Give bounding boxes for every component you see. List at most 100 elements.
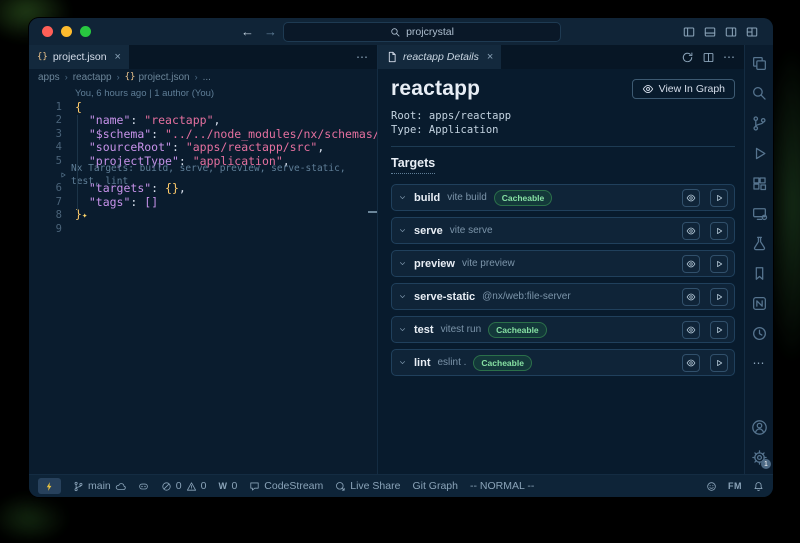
back-icon[interactable]: ← xyxy=(241,24,254,39)
code-line[interactable]: 1{ xyxy=(29,101,377,115)
close-window-button[interactable] xyxy=(42,26,53,37)
activity-item-source-control[interactable] xyxy=(745,108,773,138)
panel-right-icon[interactable] xyxy=(724,25,738,39)
view-target-button[interactable] xyxy=(682,288,700,306)
chevron-down-icon[interactable] xyxy=(398,193,407,202)
breadcrumb-item-project-json[interactable]: {}project.json xyxy=(125,72,190,83)
status-item-git-branch[interactable]: main xyxy=(73,480,126,492)
panel-left-icon[interactable] xyxy=(682,25,696,39)
status-text: Live Share xyxy=(350,480,400,492)
run-target-button[interactable] xyxy=(710,255,728,273)
chevron-down-icon[interactable] xyxy=(398,325,407,334)
split-editor-icon[interactable] xyxy=(702,51,715,64)
error-circle-icon xyxy=(161,481,172,492)
target-command: @nx/web:file-server xyxy=(482,291,571,302)
command-center-search[interactable]: projcrystal xyxy=(283,22,561,42)
view-target-button[interactable] xyxy=(682,255,700,273)
run-target-button[interactable] xyxy=(710,321,728,339)
chevron-down-icon[interactable] xyxy=(398,259,407,268)
target-row-test[interactable]: testvitest runCacheable xyxy=(391,316,735,343)
more-actions-icon[interactable]: ⋯ xyxy=(356,48,369,66)
code-line[interactable]: 3 "$schema": "../../node_modules/nx/sche… xyxy=(29,128,377,142)
run-target-button[interactable] xyxy=(710,222,728,240)
chevron-down-icon[interactable] xyxy=(398,358,407,367)
project-title: reactapp xyxy=(391,77,480,101)
panel-bottom-icon[interactable] xyxy=(703,25,717,39)
activity-item-bookmarks[interactable] xyxy=(745,258,773,288)
activity-item-search[interactable] xyxy=(745,78,773,108)
view-target-button[interactable] xyxy=(682,354,700,372)
close-tab-icon[interactable]: × xyxy=(487,51,493,63)
view-target-button[interactable] xyxy=(682,189,700,207)
minimize-window-button[interactable] xyxy=(61,26,72,37)
status-item-w-indicator[interactable]: W0 xyxy=(218,480,237,492)
tab-project-json[interactable]: {} project.json × xyxy=(29,45,129,69)
run-target-button[interactable] xyxy=(710,354,728,372)
activity-item-more-views[interactable]: ⋯ xyxy=(745,348,773,378)
bell-icon xyxy=(753,481,764,492)
target-row-serve-static[interactable]: serve-static@nx/web:file-server xyxy=(391,283,735,310)
chevron-down-icon[interactable] xyxy=(398,226,407,235)
view-target-button[interactable] xyxy=(682,222,700,240)
activity-item-accounts[interactable] xyxy=(745,412,773,442)
target-row-lint[interactable]: linteslint .Cacheable xyxy=(391,349,735,376)
status-item-copilot[interactable] xyxy=(138,481,149,492)
breadcrumb-item--[interactable]: ... xyxy=(203,72,211,83)
cloud-icon xyxy=(115,481,126,492)
zoom-window-button[interactable] xyxy=(80,26,91,37)
activity-item-run-debug[interactable] xyxy=(745,138,773,168)
close-tab-icon[interactable]: × xyxy=(115,51,121,63)
editor-group-right: reactapp Details × ⋯ reactapp View In Gr… xyxy=(378,45,745,474)
status-item-git-graph[interactable]: Git Graph xyxy=(412,480,458,492)
code-line[interactable]: 9 xyxy=(29,223,377,237)
breadcrumb-item-apps[interactable]: apps xyxy=(38,72,60,83)
activity-item-remote-explorer[interactable] xyxy=(745,198,773,228)
nx-targets-codelens[interactable]: Nx Targets: build, serve, preview, serve… xyxy=(29,169,377,183)
view-in-graph-button[interactable]: View In Graph xyxy=(632,79,735,99)
layout-grid-icon[interactable] xyxy=(745,25,759,39)
chevron-down-icon[interactable] xyxy=(398,292,407,301)
view-target-button[interactable] xyxy=(682,321,700,339)
more-actions-icon[interactable]: ⋯ xyxy=(723,48,736,66)
run-icon xyxy=(59,171,67,179)
code-line[interactable]: 7 "tags": [] xyxy=(29,196,377,210)
status-item-vim-mode[interactable]: -- NORMAL -- xyxy=(470,480,534,492)
code-editor[interactable]: You, 6 hours ago | 1 author (You) 1{2 "n… xyxy=(29,85,377,474)
run-target-button[interactable] xyxy=(710,189,728,207)
status-item-live-share[interactable]: Live Share xyxy=(335,480,400,492)
fm-glyph-icon: FM xyxy=(728,480,742,492)
indent-guide xyxy=(77,115,78,210)
tab-reactapp-details[interactable]: reactapp Details × xyxy=(378,45,501,69)
status-bar-left: main 00 W0 CodeStream Live Share Git Graph -- … xyxy=(38,478,534,494)
status-item-codestream[interactable]: CodeStream xyxy=(249,480,323,492)
status-item-fm-indicator[interactable]: FM xyxy=(728,480,742,492)
code-line[interactable]: 8}✦ xyxy=(29,209,377,223)
share-icon xyxy=(335,481,346,492)
target-command: eslint . xyxy=(438,357,467,368)
activity-item-timeline[interactable] xyxy=(745,318,773,348)
refresh-icon[interactable] xyxy=(681,51,694,64)
target-row-preview[interactable]: previewvite preview xyxy=(391,250,735,277)
status-item-notifications[interactable] xyxy=(753,481,764,492)
git-codelens[interactable]: You, 6 hours ago | 1 author (You) xyxy=(29,87,377,101)
target-row-serve[interactable]: servevite serve xyxy=(391,217,735,244)
code-line[interactable]: 2 "name": "reactapp", xyxy=(29,114,377,128)
activity-item-nx-console[interactable] xyxy=(745,288,773,318)
target-row-build[interactable]: buildvite buildCacheable xyxy=(391,184,735,211)
activity-item-extensions[interactable] xyxy=(745,168,773,198)
line-number: 4 xyxy=(29,141,75,155)
activity-item-testing[interactable] xyxy=(745,228,773,258)
breadcrumb-separator: › xyxy=(195,72,198,82)
run-target-button[interactable] xyxy=(710,288,728,306)
activity-item-explorer[interactable] xyxy=(745,48,773,78)
w-glyph-icon: W xyxy=(218,480,227,492)
activity-item-settings[interactable]: 1 xyxy=(745,442,773,472)
status-item-feedback-smiley[interactable] xyxy=(706,481,717,492)
forward-icon[interactable]: → xyxy=(264,24,277,39)
line-number: 9 xyxy=(29,223,75,237)
code-line[interactable]: 4 "sourceRoot": "apps/reactapp/src", xyxy=(29,141,377,155)
status-item-problems[interactable]: 00 xyxy=(161,480,207,492)
breadcrumb-item-reactapp[interactable]: reactapp xyxy=(73,72,112,83)
status-item-remote-indicator[interactable] xyxy=(38,478,61,494)
title-bar: ← → projcrystal xyxy=(29,18,773,45)
